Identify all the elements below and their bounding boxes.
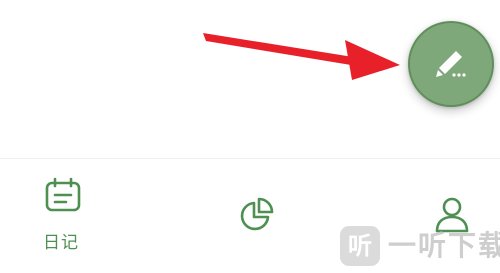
tab-journal[interactable]: 日记 [0, 159, 130, 273]
tab-profile[interactable] [390, 159, 500, 273]
arrow-shaft [203, 33, 353, 65]
pencil-icon [436, 51, 466, 77]
calendar-icon [45, 177, 81, 212]
tab-statistics[interactable] [190, 159, 320, 273]
bottom-tab-bar: 日记 [0, 159, 500, 273]
pie-chart-icon [240, 197, 274, 231]
tab-journal-label: 日记 [43, 233, 79, 253]
arrow-head [345, 40, 400, 80]
person-icon [435, 197, 469, 233]
compose-fab-button[interactable] [408, 21, 494, 107]
